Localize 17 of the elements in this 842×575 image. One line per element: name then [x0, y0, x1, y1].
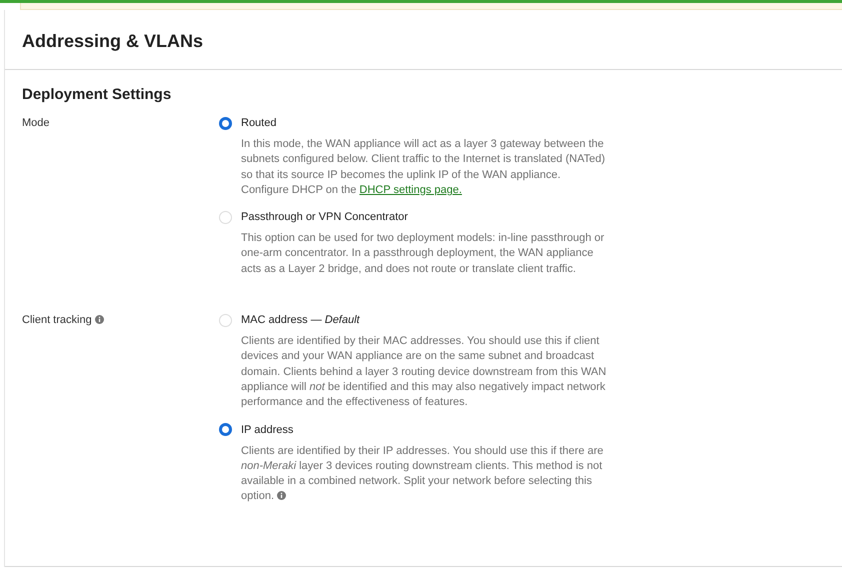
option-label: Routed: [241, 117, 276, 129]
radio-button[interactable]: [219, 423, 232, 436]
section-title: Deployment Settings: [22, 86, 172, 103]
option-label: Passthrough or VPN Concentrator: [241, 211, 408, 224]
dhcp-settings-link[interactable]: DHCP settings page.: [359, 184, 462, 196]
option-description: This option can be used for two deployment models: in-line passthrough or one-arm concentrator. In a passthrough deployment, the WAN appliance acts as a Layer 2 bridge, and does not route or translate client traffic.: [241, 231, 606, 277]
field-label: Mode: [22, 117, 50, 129]
info-icon: [94, 315, 104, 324]
option-label: MAC address — Default: [241, 314, 360, 326]
radio-button[interactable]: [219, 116, 232, 130]
page-title: Addressing & VLANs: [5, 10, 842, 70]
field-label: Client tracking: [22, 314, 92, 326]
option-description: In this mode, the WAN appliance will act as a layer 3 gateway between the subnets configured below. Client traffic to the Internet is translated (NATed) so that its source IP becomes the uplink IP of the WAN appliance. Configure DHCP on the DHCP settings page.: [241, 137, 606, 198]
info-icon: [277, 491, 286, 500]
option-description: Clients are identified by their MAC addresses. You should use this if client devices and your WAN appliance are on the same subnet and broadcast domain. Clients behind a layer 3 routing device downstream from this WAN appliance will not be identified and this may also negatively impact network performance and the effectiveness of features.: [241, 334, 607, 410]
option-label: IP address: [241, 424, 294, 436]
option-description: Clients are identified by their IP addresses. You should use this if there are non-Meraki layer 3 devices routing downstream clients. This method is not available in a combined network. Split your network before selecting this option.: [241, 444, 604, 504]
